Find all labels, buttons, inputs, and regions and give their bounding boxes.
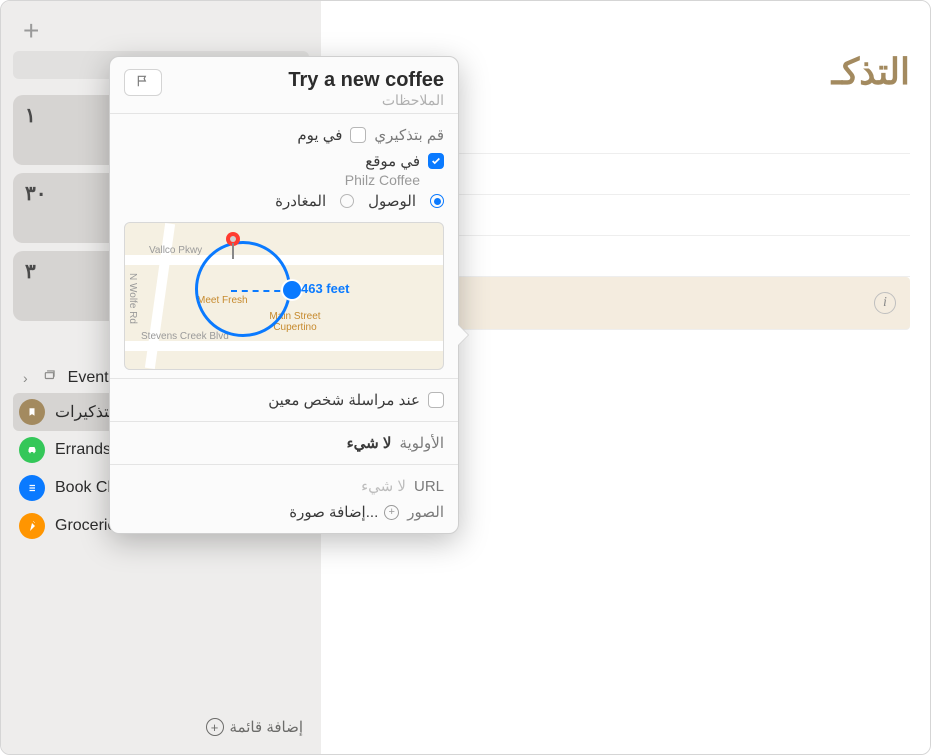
priority-label: الأولوية	[399, 434, 444, 452]
when-messaging-label: عند مراسلة شخص معين	[268, 391, 420, 409]
when-messaging-checkbox[interactable]	[428, 392, 444, 408]
stack-icon	[42, 368, 58, 387]
add-list-label: إضافة قائمة	[230, 718, 303, 736]
smart-list-count: ٣	[25, 259, 36, 284]
url-value[interactable]: لا شيء	[361, 477, 406, 495]
flag-icon	[135, 74, 151, 88]
url-label: URL	[414, 478, 444, 495]
popover-notes-field[interactable]: الملاحظات	[288, 92, 444, 109]
chevron-left-icon[interactable]: ‹	[19, 370, 32, 386]
mode-leave-radio[interactable]	[340, 194, 354, 208]
images-label: الصور	[407, 503, 444, 521]
at-location-checkbox[interactable]	[428, 153, 444, 169]
reminder-info-button[interactable]: i	[874, 292, 896, 314]
priority-value[interactable]: لا شيء	[347, 434, 392, 452]
mode-arrive-label: الوصول	[368, 192, 416, 210]
list-icon	[19, 475, 45, 501]
remind-me-label: قم بتذكيري	[374, 126, 444, 144]
reminder-details-popover: Try a new coffee الملاحظات في يوم قم بتذ…	[109, 56, 459, 534]
carrot-icon	[19, 513, 45, 539]
plus-circle-icon: +	[384, 505, 399, 520]
add-reminder-button[interactable]: +	[23, 15, 39, 47]
location-name[interactable]: Philz Coffee	[124, 172, 444, 188]
smart-list-count: ١	[25, 103, 36, 128]
geofence-handle[interactable]	[283, 281, 301, 299]
reminders-window: + بحث ٣ مجدولة١ اليوم١ مميزة بعلم٣٠ الكل…	[0, 0, 931, 755]
remind-on-day-label: في يوم	[297, 126, 342, 144]
smart-list-count: ٣٠	[25, 181, 46, 206]
map-pin-icon	[223, 231, 243, 261]
bookmark-icon	[19, 399, 45, 425]
car-icon	[19, 437, 45, 463]
flag-button[interactable]	[124, 69, 162, 96]
at-location-label: في موقع	[365, 152, 420, 170]
road-label-stevens: Stevens Creek Blvd	[141, 331, 229, 342]
mode-leave-label: المغادرة	[275, 192, 326, 210]
remind-on-day-checkbox[interactable]	[350, 127, 366, 143]
popover-title[interactable]: Try a new coffee	[288, 69, 444, 92]
geofence-circle[interactable]	[195, 241, 291, 337]
geofence-radius-line	[231, 290, 291, 292]
location-map[interactable]: Vallco Pkwy N Wolfe Rd Stevens Creek Blv…	[124, 222, 444, 370]
road-label-wolfe: N Wolfe Rd	[127, 273, 138, 324]
add-image-label: إضافة صورة...	[289, 503, 378, 521]
list-name: Errands	[55, 441, 111, 459]
plus-circle-icon: +	[206, 718, 224, 736]
mode-arrive-radio[interactable]	[430, 194, 444, 208]
road-label-vallco: Vallco Pkwy	[149, 245, 202, 256]
add-list-button[interactable]: إضافة قائمة +	[13, 712, 309, 742]
add-image-button[interactable]: إضافة صورة... +	[289, 503, 399, 521]
geofence-distance: 463 feet	[301, 281, 349, 296]
